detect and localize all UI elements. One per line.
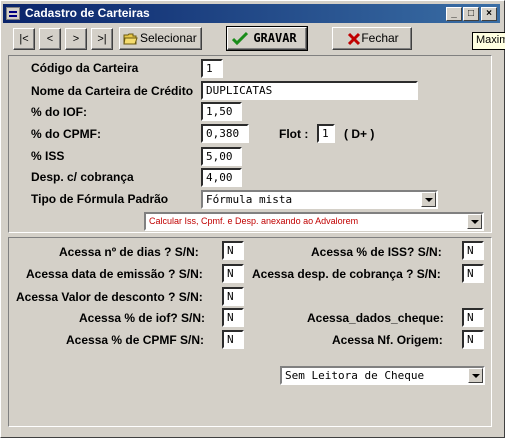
codigo-field[interactable]: 1 [201,59,223,78]
acessa-desconto-field[interactable]: N [222,287,244,306]
window-app-icon[interactable] [6,7,20,20]
fechar-button[interactable]: Fechar [332,27,412,50]
formula-label: Tipo de Fórmula Padrão [31,192,169,206]
calculo-dropdown-arrow-icon[interactable] [467,214,482,229]
iof-field[interactable]: 1,50 [201,102,242,121]
maximize-tooltip: Maxim [472,32,505,50]
window-title: Cadastro de Carteiras [25,6,150,20]
acessa-emissao-label: Acessa data de emissão ? S/N: [26,267,203,281]
acessa-desconto-label: Acessa Valor de desconto ? S/N: [16,290,203,304]
codigo-label: Código da Carteira [31,61,139,75]
selecionar-button[interactable]: Selecionar [119,27,202,50]
acessa-cheque-label: Acessa_dados_cheque: [307,311,444,325]
leitora-select[interactable]: Sem Leitora de Cheque [280,366,485,385]
acessa-iss-field[interactable]: N [462,241,484,260]
acessa-desp-field[interactable]: N [462,264,484,283]
calculo-value: Calcular Iss, Cpmf. e Desp. anexando ao … [149,216,359,226]
iss-field[interactable]: 5,00 [201,147,242,166]
acessa-nf-field[interactable]: N [462,330,484,349]
desp-field[interactable]: 4,00 [201,168,242,187]
formula-value: Fórmula mista [206,193,293,206]
formula-dropdown-arrow-icon[interactable] [421,192,436,207]
nav-first-button[interactable]: |< [13,28,35,50]
maximize-button[interactable]: □ [463,7,479,21]
acessa-iof-field[interactable]: N [222,308,244,327]
acessa-iss-label: Acessa % de ISS? S/N: [311,245,442,259]
leitora-dropdown-arrow-icon[interactable] [468,368,483,383]
acessa-dias-label: Acessa nº de dias ? S/N: [59,245,199,259]
acessos-panel [8,237,492,427]
acessa-dias-field[interactable]: N [222,241,244,260]
iof-label: % do IOF: [31,105,87,119]
nome-field[interactable]: DUPLICATAS [201,81,418,100]
nav-last-button[interactable]: >| [91,28,113,50]
desp-label: Desp. c/ cobrança [31,170,134,184]
acessa-iof-label: Acessa % de iof? S/N: [79,311,206,325]
checkmark-icon [232,31,248,46]
acessa-nf-label: Acessa Nf. Origem: [332,333,443,347]
cpmf-field[interactable]: 0,380 [201,124,249,143]
flot-suffix: ( D+ ) [344,127,375,141]
title-bar[interactable]: Cadastro de Carteiras _ □ × [3,4,500,23]
nav-prev-button[interactable]: < [39,28,61,50]
nav-next-button[interactable]: > [65,28,87,50]
iss-label: % ISS [31,149,65,163]
fechar-label: Fechar [361,31,399,45]
leitora-value: Sem Leitora de Cheque [285,369,425,382]
folder-icon [123,33,138,45]
acessa-cpmf-label: Acessa % de CPMF S/N: [66,333,205,347]
gravar-label: GRAVAR [253,31,297,45]
formula-select[interactable]: Fórmula mista [201,190,438,209]
acessa-desp-label: Acessa desp. de cobrança ? S/N: [252,267,441,281]
acessa-cheque-field[interactable]: N [462,308,484,327]
calculo-select[interactable]: Calcular Iss, Cpmf. e Desp. anexando ao … [144,212,484,231]
close-x-icon [347,32,361,46]
nome-label: Nome da Carteira de Crédito [31,84,194,98]
acessa-cpmf-field[interactable]: N [222,330,244,349]
selecionar-label: Selecionar [140,31,197,45]
cpmf-label: % do CPMF: [31,127,101,141]
minimize-button[interactable]: _ [446,7,462,21]
close-button[interactable]: × [481,7,497,21]
cadastro-window: Cadastro de Carteiras _ □ × |< < > >| Se… [0,0,505,438]
gravar-button[interactable]: GRAVAR [226,26,308,51]
flot-field[interactable]: 1 [317,124,335,143]
flot-label: Flot : [279,127,309,141]
acessa-emissao-field[interactable]: N [222,264,244,283]
